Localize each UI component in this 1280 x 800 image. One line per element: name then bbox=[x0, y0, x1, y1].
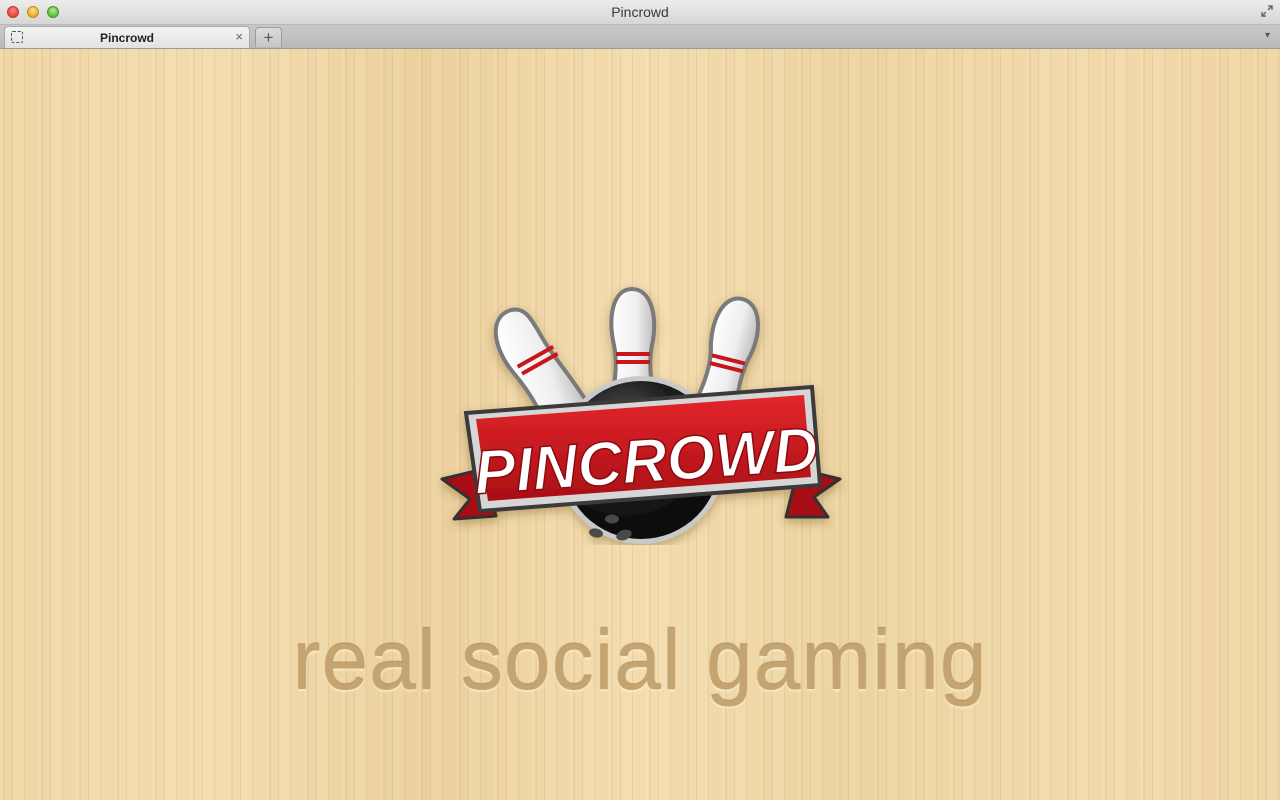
tab-label: Pincrowd bbox=[99, 31, 154, 45]
fullscreen-icon[interactable] bbox=[1260, 4, 1274, 18]
page-content: PINCROWD real social gaming bbox=[0, 49, 1280, 800]
tab-menu-chevron-icon[interactable]: ▾ bbox=[1265, 30, 1270, 41]
tab-pincrowd[interactable]: Pincrowd × bbox=[4, 26, 250, 48]
window-titlebar: Pincrowd bbox=[0, 0, 1280, 25]
tagline: real social gaming bbox=[292, 613, 988, 707]
tab-bar: Pincrowd × + ▾ bbox=[0, 25, 1280, 49]
window-title: Pincrowd bbox=[611, 4, 669, 20]
pincrowd-logo: PINCROWD bbox=[440, 286, 842, 544]
tab-close-icon[interactable]: × bbox=[235, 29, 243, 44]
new-tab-button[interactable]: + bbox=[255, 27, 282, 47]
